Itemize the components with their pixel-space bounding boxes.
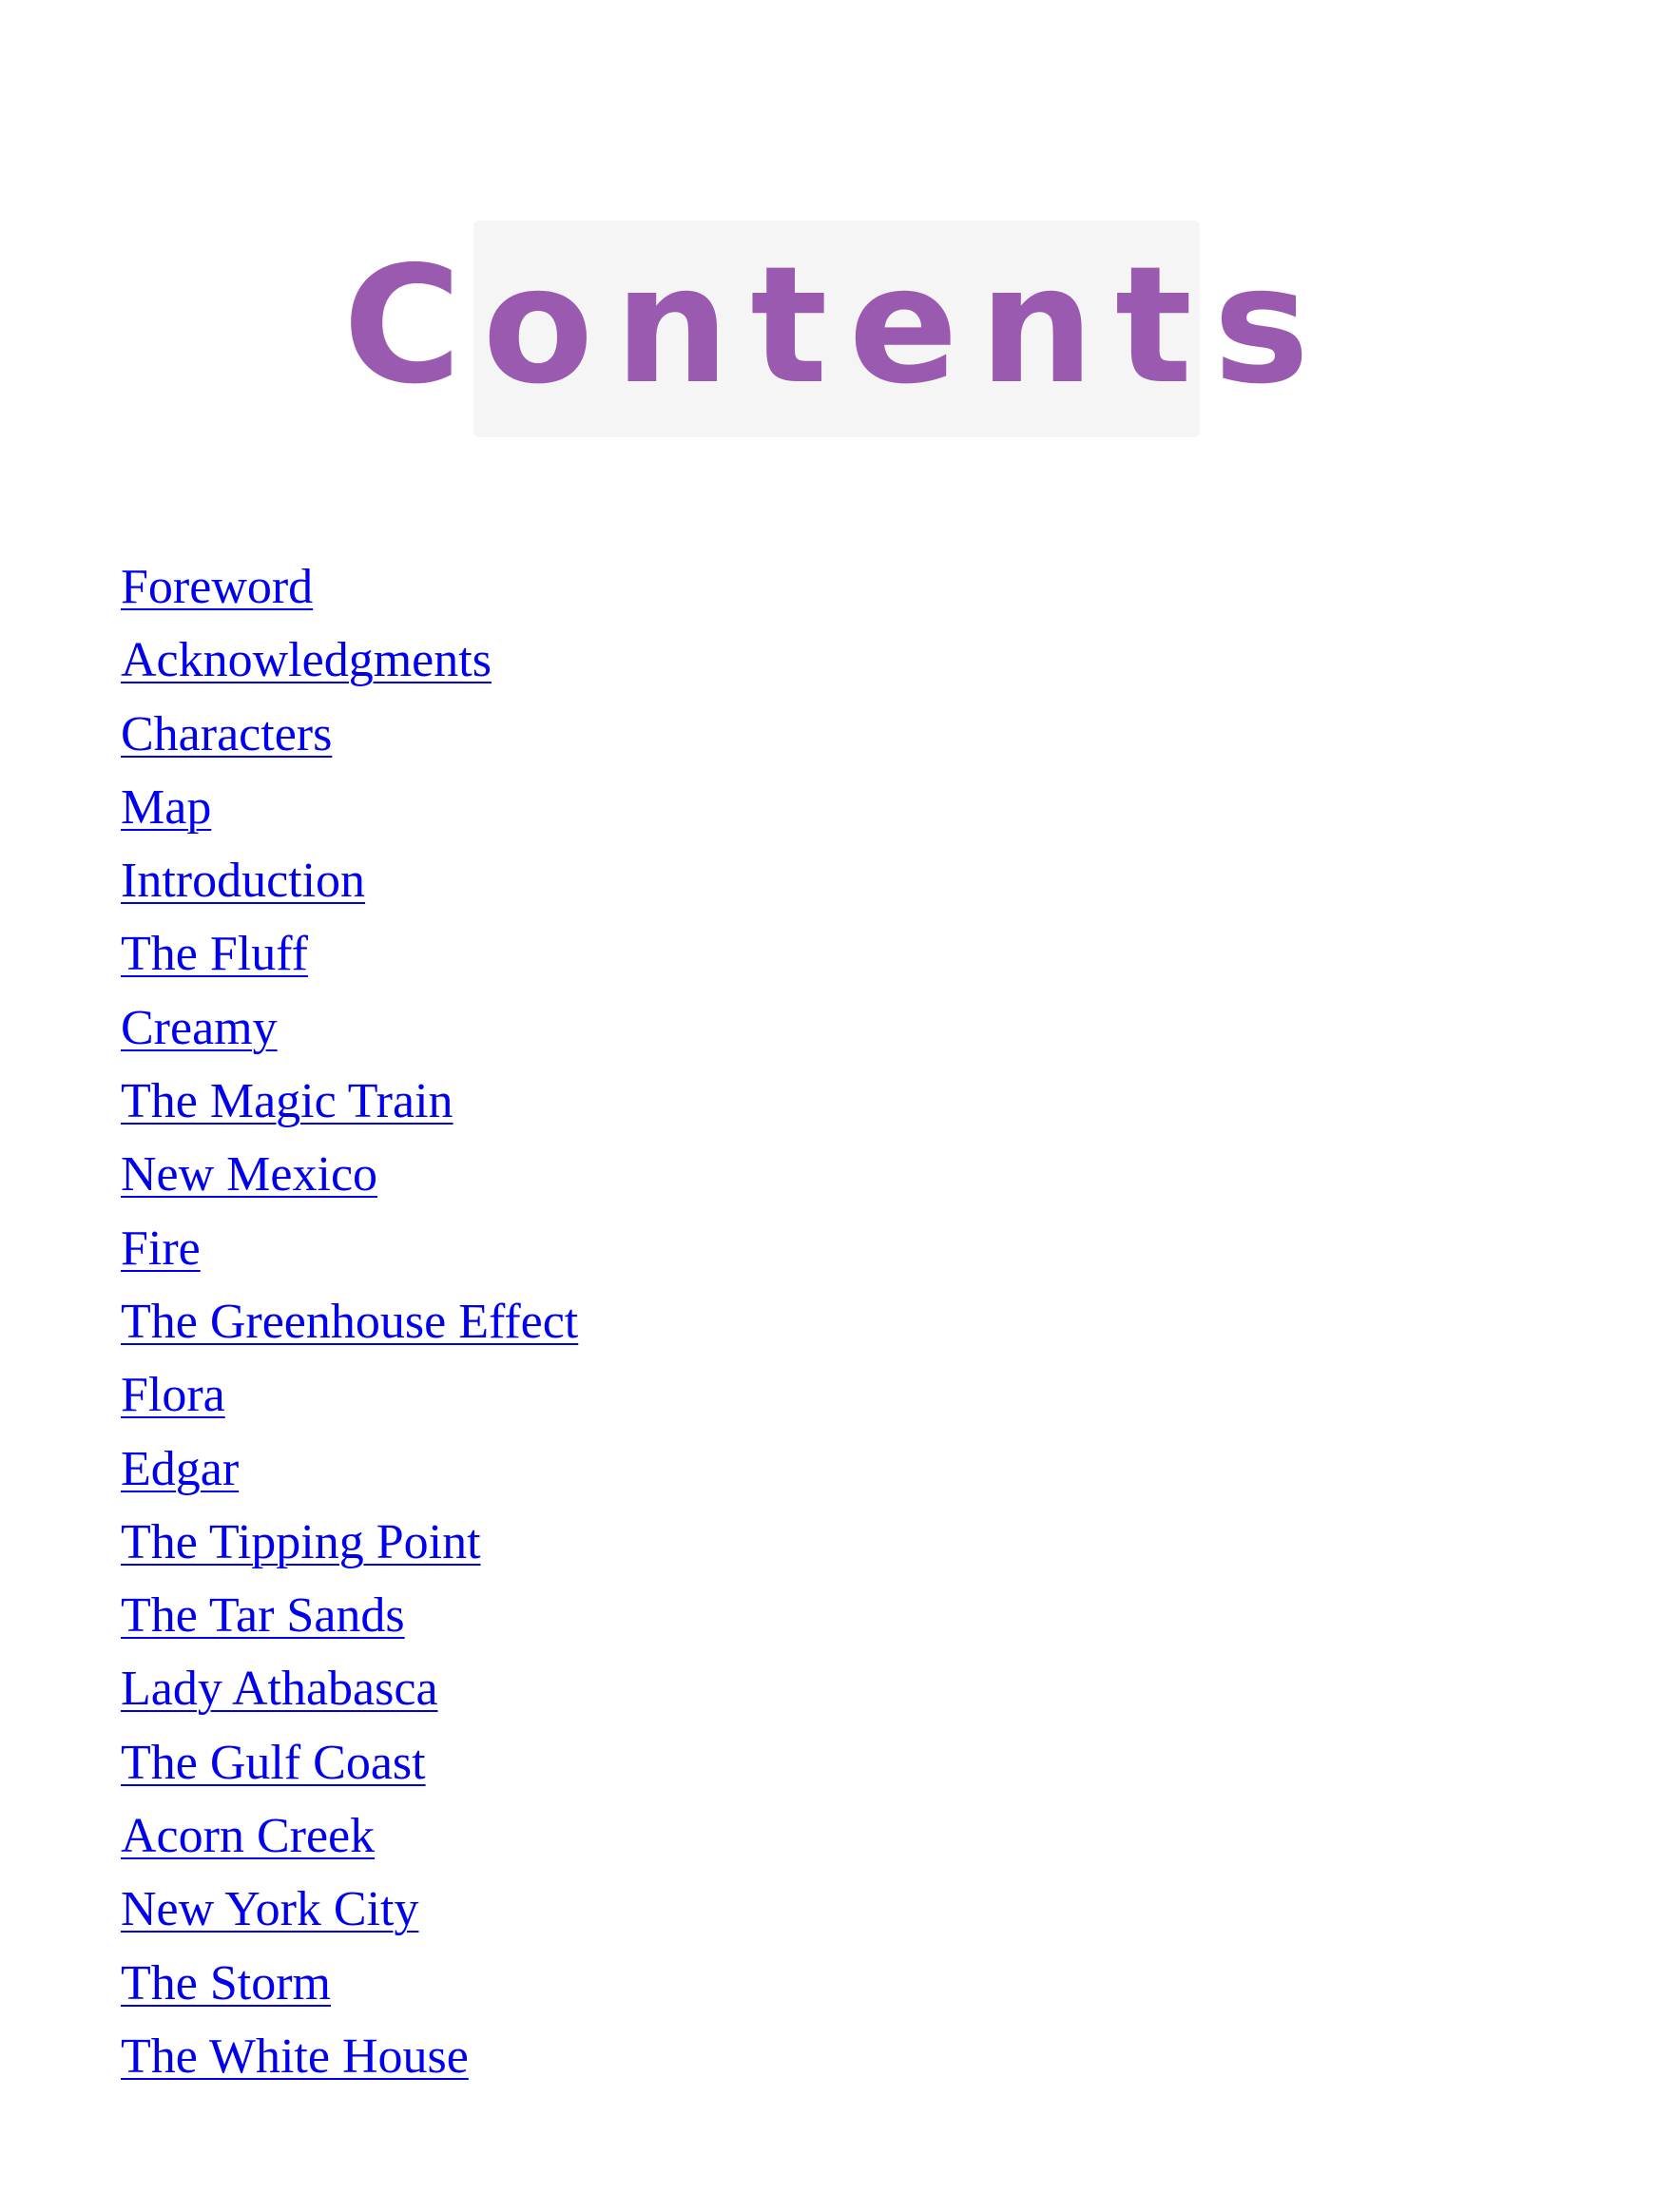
toc-item: Fire <box>121 1219 578 1292</box>
toc-link-characters[interactable]: Characters <box>121 707 332 761</box>
toc-item: Creamy <box>121 998 578 1071</box>
toc-item: Characters <box>121 704 578 778</box>
toc-link-creamy[interactable]: Creamy <box>121 1001 278 1055</box>
toc-link-introduction[interactable]: Introduction <box>121 854 365 908</box>
toc-link-the-gulf-coast[interactable]: The Gulf Coast <box>121 1736 426 1790</box>
toc-link-map[interactable]: Map <box>121 780 211 835</box>
toc-link-the-fluff[interactable]: The Fluff <box>121 927 308 981</box>
toc-item: Edgar <box>121 1439 578 1512</box>
toc-link-new-york-city[interactable]: New York City <box>121 1882 419 1936</box>
table-of-contents: Foreword Acknowledgments Characters Map … <box>121 557 578 2100</box>
toc-item: New Mexico <box>121 1144 578 1218</box>
contents-title: Contents <box>342 232 1331 420</box>
toc-link-the-storm[interactable]: The Storm <box>121 1956 331 2010</box>
toc-item: Acorn Creek <box>121 1806 578 1879</box>
toc-link-flora[interactable]: Flora <box>121 1368 225 1422</box>
toc-item: The Magic Train <box>121 1071 578 1144</box>
toc-item: The Gulf Coast <box>121 1733 578 1806</box>
toc-item: Map <box>121 778 578 851</box>
toc-item: Acknowledgments <box>121 630 578 703</box>
toc-link-lady-athabasca[interactable]: Lady Athabasca <box>121 1662 438 1716</box>
toc-link-acorn-creek[interactable]: Acorn Creek <box>121 1809 375 1863</box>
toc-item: The Storm <box>121 1953 578 2027</box>
toc-link-the-magic-train[interactable]: The Magic Train <box>121 1074 453 1128</box>
toc-link-fire[interactable]: Fire <box>121 1221 201 1276</box>
toc-link-new-mexico[interactable]: New Mexico <box>121 1147 377 1202</box>
toc-item: The Tipping Point <box>121 1512 578 1586</box>
toc-link-foreword[interactable]: Foreword <box>121 560 313 614</box>
toc-item: The White House <box>121 2027 578 2100</box>
toc-item: Foreword <box>121 557 578 630</box>
toc-link-acknowledgments[interactable]: Acknowledgments <box>121 633 492 687</box>
toc-item: Lady Athabasca <box>121 1659 578 1732</box>
toc-item: The Greenhouse Effect <box>121 1292 578 1365</box>
toc-link-the-tar-sands[interactable]: The Tar Sands <box>121 1588 405 1643</box>
toc-item: Introduction <box>121 851 578 924</box>
toc-link-the-tipping-point[interactable]: The Tipping Point <box>121 1515 481 1569</box>
toc-item: Flora <box>121 1365 578 1438</box>
toc-item: New York City <box>121 1879 578 1952</box>
toc-link-the-greenhouse-effect[interactable]: The Greenhouse Effect <box>121 1295 578 1349</box>
toc-link-the-white-house[interactable]: The White House <box>121 2029 469 2084</box>
contents-title-image: Contents <box>343 221 1309 437</box>
toc-item: The Tar Sands <box>121 1586 578 1659</box>
toc-link-edgar[interactable]: Edgar <box>121 1442 239 1496</box>
toc-item: The Fluff <box>121 924 578 997</box>
